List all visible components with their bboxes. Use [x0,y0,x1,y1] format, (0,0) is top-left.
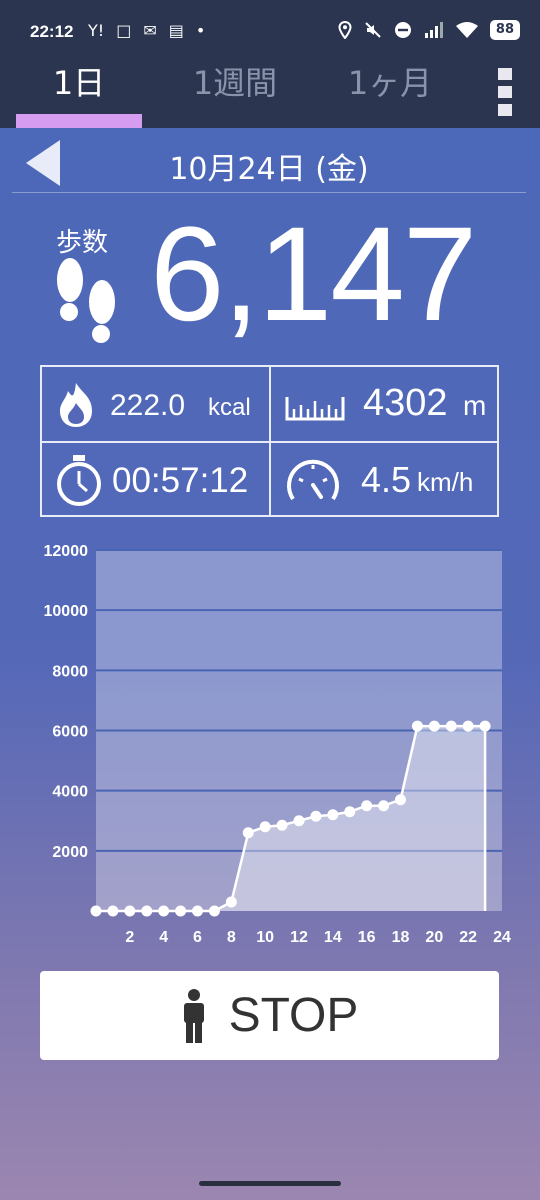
speed-unit: km/h [417,467,474,497]
y-tick-label: 6000 [52,724,88,741]
ruler-icon [285,397,345,421]
data-point [310,810,322,822]
calories-value: 222.0 [110,389,186,422]
data-point [141,905,153,917]
speed-value: 4.5 [361,459,412,500]
current-date: 10月24日 (金) [169,152,369,187]
status-bar: 22:12 Y! □ ✉ ▤ • 88 [0,0,540,64]
distance-unit: m [463,390,487,421]
data-point [293,815,305,827]
calories-unit: kcal [208,394,251,421]
data-point [259,821,271,833]
dnd-icon [394,22,411,38]
x-tick-label: 22 [459,929,477,946]
x-tick-label: 10 [256,929,274,946]
data-point [107,905,119,917]
data-point [158,905,170,917]
data-point [479,720,491,732]
x-tick-label: 16 [358,929,376,946]
x-tick-label: 6 [193,929,202,946]
system-icons: 88 [338,20,520,40]
location-icon [338,21,352,39]
data-point [90,905,102,917]
news-icon: ▤ [168,21,184,40]
data-point [242,827,254,839]
wifi-icon [455,22,478,38]
stopwatch-icon [57,455,101,506]
walking-person-icon [183,988,204,1043]
x-tick-label: 14 [324,929,342,946]
status-time: 22:12 [30,22,74,41]
stop-button-label: STOP [228,989,359,1042]
data-point [208,905,220,917]
data-point [276,819,288,831]
data-point [344,806,356,818]
distance-cell: 4302 m [271,367,498,441]
stats-grid: 222.0 kcal 4302 m 00:57:12 4.5 km/h [40,365,499,517]
data-point [225,896,237,908]
data-point [175,905,187,917]
x-tick-label: 4 [159,929,168,946]
steps-count: 6,147 [150,200,477,349]
stop-button[interactable]: STOP [40,971,499,1060]
x-tick-label: 24 [493,929,511,946]
duration-cell: 00:57:12 [42,443,269,517]
y-tick-label: 12000 [44,543,89,560]
distance-value: 4302 [363,382,448,424]
y-tick-label: 4000 [52,784,88,801]
data-point [445,720,457,732]
flame-icon [60,383,92,427]
steps-chart: 200040006000800010000120002 4 6 8 10 12 14 16 18… [44,543,512,946]
data-point [378,800,390,812]
x-tick-label: 20 [425,929,443,946]
dot-icon: • [195,21,206,40]
signal-icon [424,22,443,38]
date-navigator: 10月24日 (金) [12,140,526,193]
y-tick-label: 2000 [52,844,88,861]
data-point [428,720,440,732]
y-tick-label: 10000 [44,603,89,620]
x-tick-label: 12 [290,929,308,946]
calories-cell: 222.0 kcal [42,367,269,441]
x-tick-label: 18 [392,929,410,946]
speed-cell: 4.5 km/h [271,443,498,517]
speedometer-icon [287,459,339,501]
data-point [361,800,373,812]
duration-value: 00:57:12 [112,461,249,500]
overflow-menu-icon[interactable] [498,68,512,116]
data-point [395,794,406,806]
yahoo-icon: Y! [88,21,105,40]
home-indicator [199,1181,341,1186]
x-tick-label: 2 [125,929,134,946]
notification-icons: Y! □ ✉ ▤ • [88,21,205,40]
x-tick-label: 8 [227,929,236,946]
tab-month[interactable]: 1ヶ月 [325,64,455,128]
tab-week[interactable]: 1週間 [170,64,300,128]
mail-icon: ✉ [143,21,157,40]
active-tab-indicator [16,114,142,128]
data-point [327,809,339,821]
screen-icon: □ [116,21,132,40]
data-point [124,905,136,917]
y-tick-label: 8000 [52,663,88,680]
period-tabs: 1日 1週間 1ヶ月 [0,64,540,128]
data-point [192,905,203,917]
data-point [411,720,423,732]
battery-icon: 88 [489,20,520,40]
mute-icon [365,22,381,38]
footprints-icon [57,258,115,343]
data-point [462,720,474,732]
steps-label: 歩数 [56,228,109,258]
